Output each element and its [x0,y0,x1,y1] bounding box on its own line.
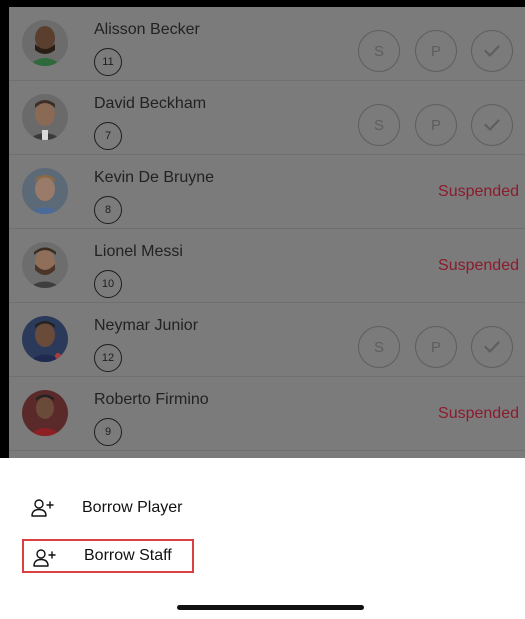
add-person-icon [31,498,55,523]
player-name: Neymar Junior [94,317,199,334]
s-button[interactable]: S [358,326,400,368]
p-button[interactable]: P [415,104,457,146]
shirt-number: 10 [94,270,122,298]
shirt-number: 8 [94,196,122,224]
suspended-label: Suspended [438,257,519,274]
check-button[interactable] [471,30,513,72]
add-person-icon [33,548,57,573]
checkmark-icon [484,119,500,131]
player-row[interactable]: Lionel Messi 10 Suspended [9,229,525,303]
shirt-number: 7 [94,122,122,150]
shirt-number: 9 [94,418,122,446]
player-row[interactable]: Alisson Becker 11 S P [9,7,525,81]
check-button[interactable] [471,326,513,368]
suspended-label: Suspended [438,405,519,422]
player-name: Roberto Firmino [94,391,209,408]
player-row[interactable]: Roberto Firmino 9 Suspended [9,377,525,451]
borrow-player-label: Borrow Player [82,499,183,516]
shirt-number: 11 [94,48,122,76]
check-button[interactable] [471,104,513,146]
avatar [22,20,68,66]
player-name: Lionel Messi [94,243,183,260]
borrow-player-button[interactable]: Borrow Player [22,491,194,525]
player-row[interactable]: David Beckham 7 S P [9,81,525,155]
borrow-staff-label: Borrow Staff [84,547,172,564]
suspended-label: Suspended [438,183,519,200]
avatar [22,390,68,436]
checkmark-icon [484,341,500,353]
player-row[interactable]: Neymar Junior 12 S P [9,303,525,377]
checkmark-icon [484,45,500,57]
avatar [22,242,68,288]
avatar [22,316,68,362]
player-name: Kevin De Bruyne [94,169,215,186]
player-name: Alisson Becker [94,21,200,38]
home-indicator[interactable] [177,605,364,610]
avatar [22,94,68,140]
app-screen: Alisson Becker 11 S P David Beckham 7 S … [0,0,525,619]
player-name: David Beckham [94,95,207,112]
s-button[interactable]: S [358,104,400,146]
shirt-number: 12 [94,344,122,372]
borrow-staff-button[interactable]: Borrow Staff [22,539,194,573]
player-list: Alisson Becker 11 S P David Beckham 7 S … [9,7,525,458]
s-button[interactable]: S [358,30,400,72]
p-button[interactable]: P [415,326,457,368]
p-button[interactable]: P [415,30,457,72]
player-row[interactable]: Kevin De Bruyne 8 Suspended [9,155,525,229]
avatar [22,168,68,214]
